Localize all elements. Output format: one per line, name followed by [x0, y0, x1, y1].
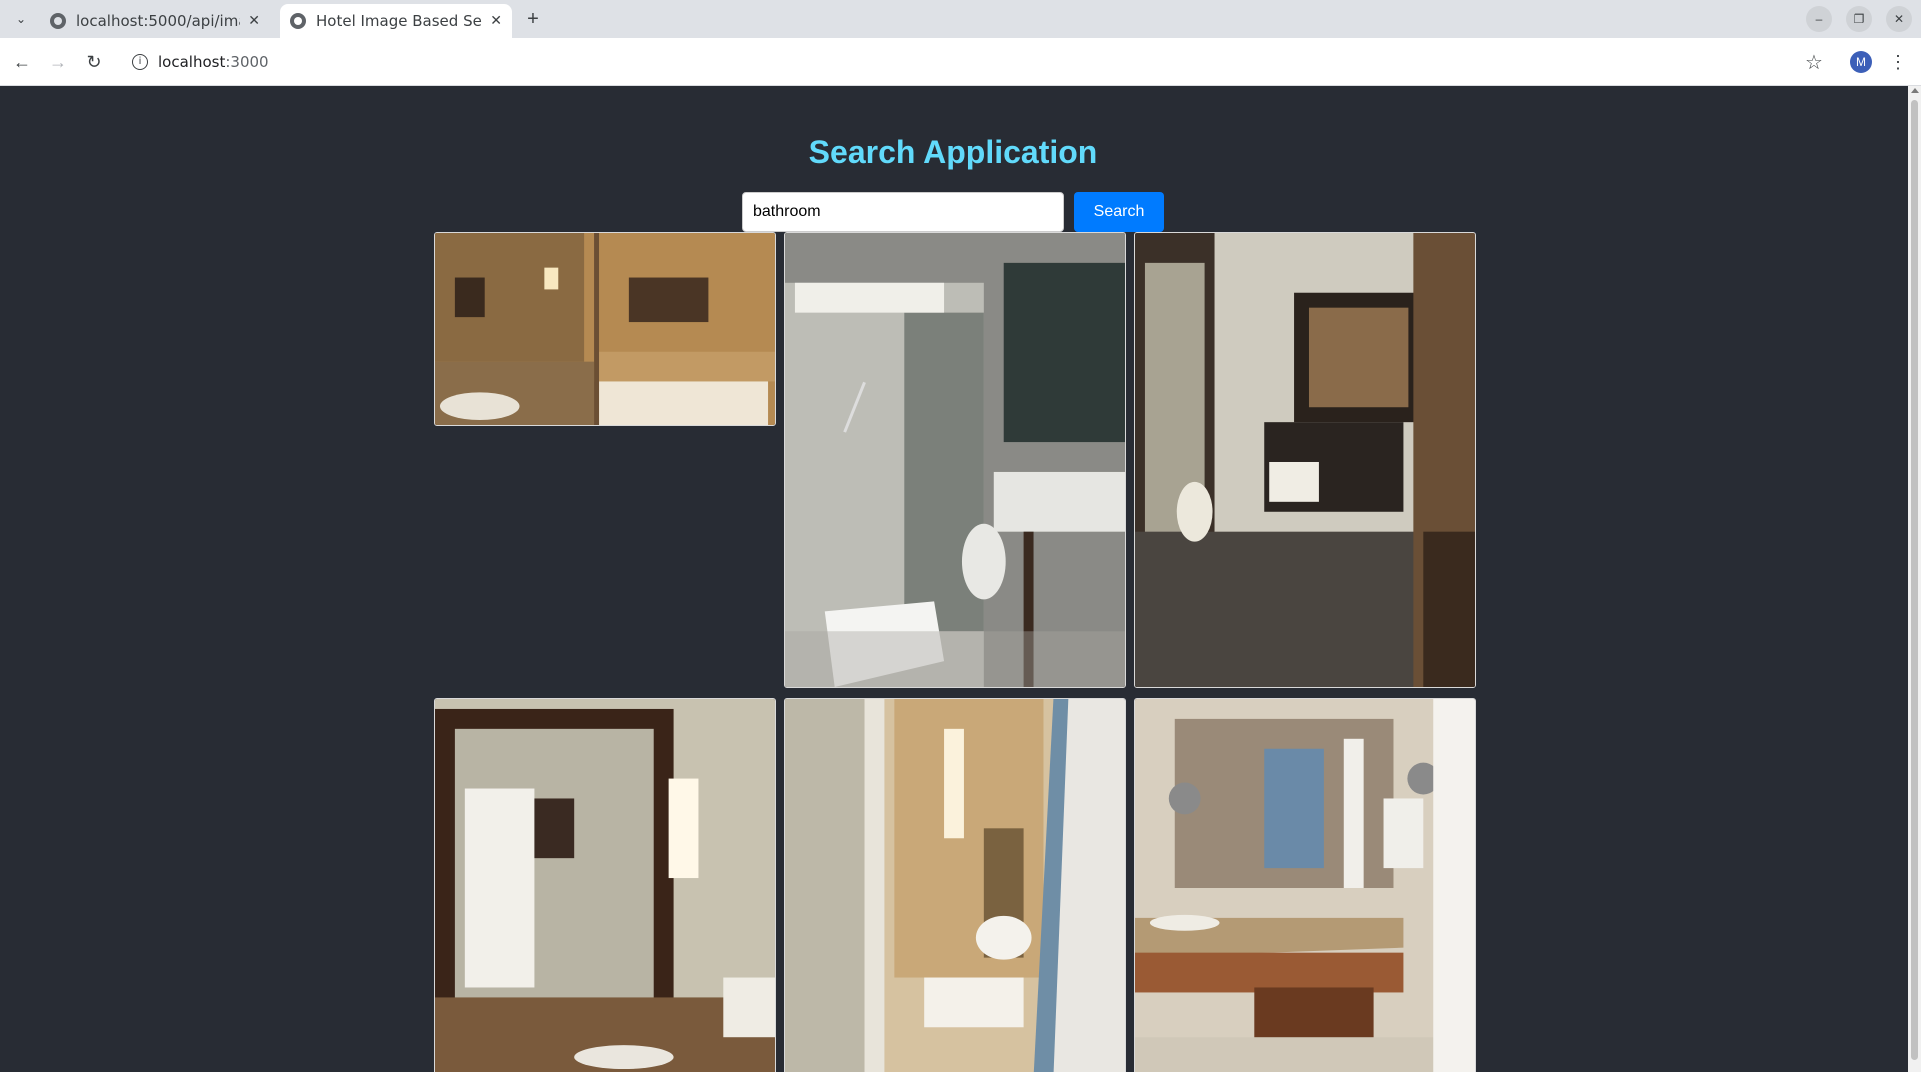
window-close-icon[interactable]: ✕	[1886, 6, 1912, 32]
tab-title: Hotel Image Based Searc	[316, 12, 482, 30]
bathroom-photo	[435, 233, 775, 425]
search-input[interactable]	[742, 192, 1064, 232]
bathroom-photo	[785, 233, 1125, 687]
result-image[interactable]	[1134, 698, 1476, 1072]
tab-search-icon[interactable]: ⌄	[8, 6, 34, 32]
restore-icon[interactable]: ❐	[1846, 6, 1872, 32]
page-title: Search Application	[808, 134, 1098, 170]
page-viewport: Search Application Search	[0, 86, 1908, 1072]
bookmark-star-icon[interactable]: ☆	[1800, 48, 1828, 76]
scrollbar-thumb[interactable]	[1911, 100, 1918, 1060]
menu-icon[interactable]: ⋮	[1886, 48, 1910, 76]
search-button[interactable]: Search	[1074, 192, 1164, 232]
forward-icon[interactable]: →	[44, 48, 72, 76]
address-port: :3000	[225, 53, 269, 71]
reload-icon[interactable]: ↻	[80, 48, 108, 76]
bathroom-photo	[1135, 699, 1475, 1072]
result-image[interactable]	[434, 698, 776, 1072]
result-image[interactable]	[1134, 232, 1476, 688]
address-host: localhost	[158, 53, 226, 71]
bathroom-photo	[785, 699, 1125, 1072]
globe-icon	[50, 13, 66, 29]
result-image[interactable]	[784, 698, 1126, 1072]
back-icon[interactable]: ←	[8, 48, 36, 76]
browser-toolbar: ← → ↻ i localhost:3000 ☆ M ⋮	[0, 38, 1921, 86]
tab-api[interactable]: localhost:5000/api/imag ✕	[40, 4, 270, 38]
result-image[interactable]	[784, 232, 1126, 688]
scroll-up-icon[interactable]	[1911, 88, 1919, 93]
page-scrollbar[interactable]	[1908, 86, 1921, 1072]
minimize-icon[interactable]: –	[1806, 6, 1832, 32]
new-tab-icon[interactable]: +	[520, 6, 546, 32]
result-image[interactable]	[434, 232, 776, 426]
address-bar[interactable]: i localhost:3000	[122, 43, 1792, 81]
tab-hotel-search[interactable]: Hotel Image Based Searc ✕	[280, 4, 512, 38]
tab-bar: ⌄ localhost:5000/api/imag ✕ Hotel Image …	[0, 0, 1921, 38]
bathroom-photo	[435, 699, 775, 1072]
site-info-icon[interactable]: i	[132, 54, 148, 70]
close-icon[interactable]: ✕	[490, 13, 502, 29]
bathroom-photo	[1135, 233, 1475, 687]
close-icon[interactable]: ✕	[248, 13, 260, 29]
globe-icon	[290, 13, 306, 29]
tab-title: localhost:5000/api/imag	[76, 12, 241, 30]
profile-avatar[interactable]: M	[1850, 51, 1872, 73]
